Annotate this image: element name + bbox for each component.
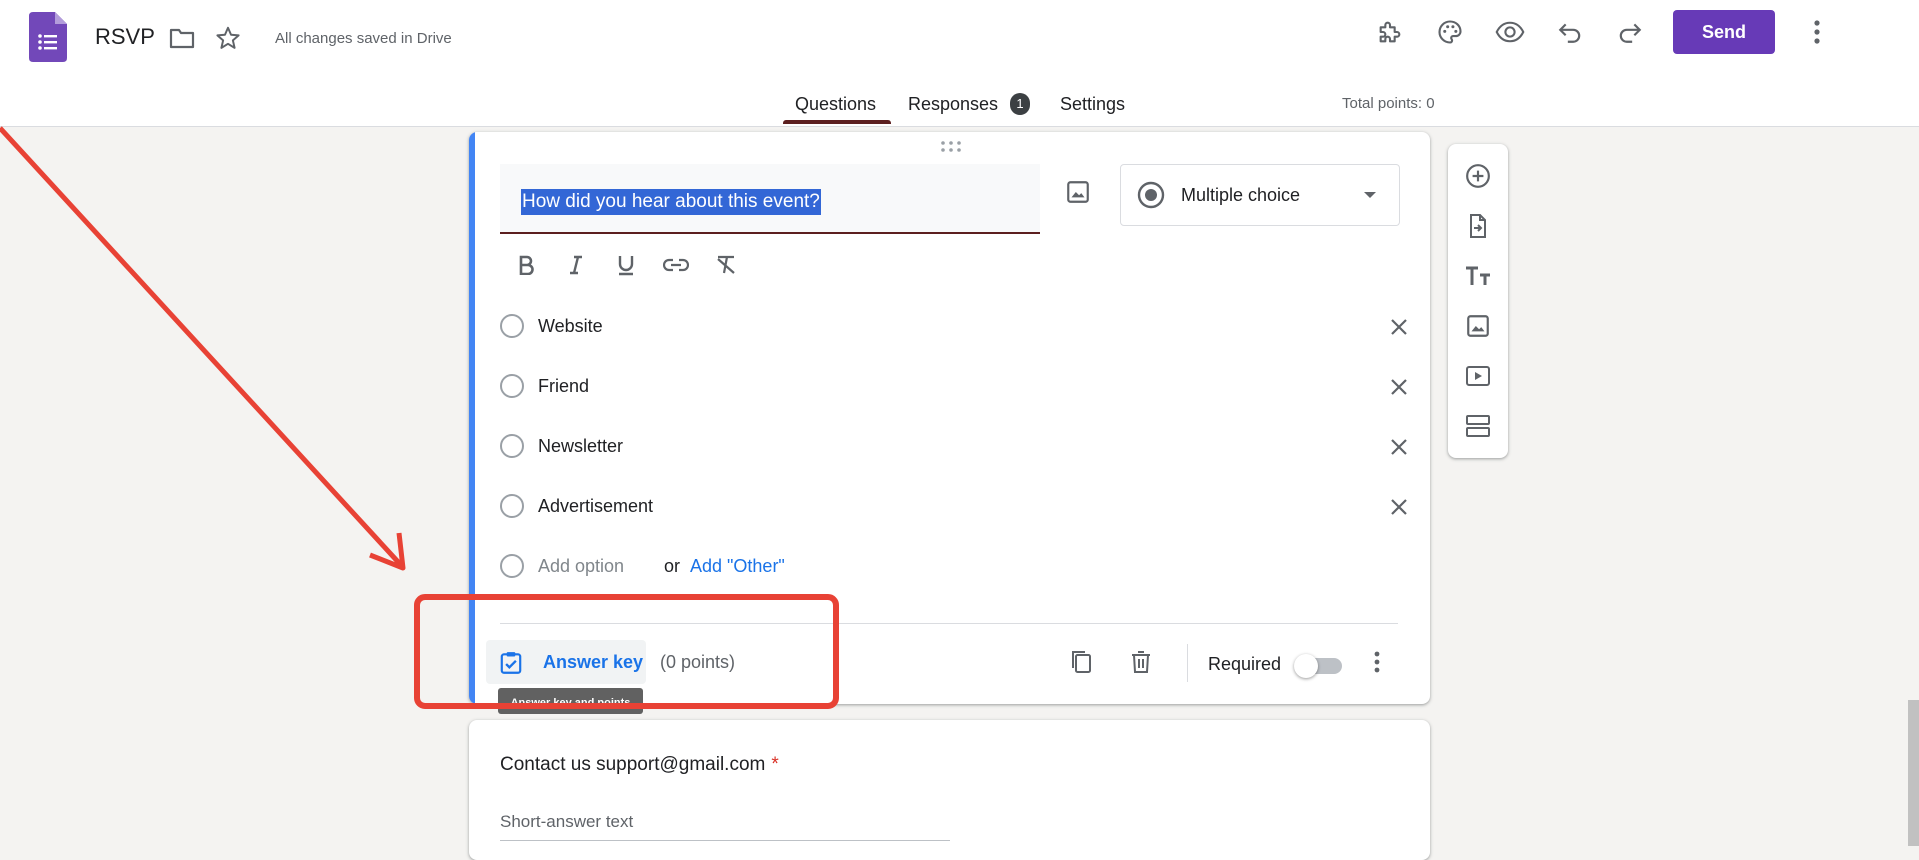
send-button[interactable]: Send xyxy=(1673,10,1775,54)
tab-bar: Questions Responses Settings xyxy=(0,90,1919,126)
add-other-button[interactable]: Add "Other" xyxy=(690,556,785,577)
required-toggle-knob[interactable] xyxy=(1294,654,1318,678)
list-item[interactable]: Newsletter xyxy=(500,426,1407,466)
title-icon[interactable] xyxy=(1460,258,1496,294)
clear-format-icon[interactable] xyxy=(711,250,741,280)
floating-toolbar xyxy=(1448,144,1508,458)
radio-icon xyxy=(500,434,524,458)
list-item[interactable]: Advertisement xyxy=(500,486,1407,526)
annotation-arrowhead xyxy=(369,532,406,571)
scrollbar[interactable] xyxy=(1908,700,1919,846)
drag-handle-icon[interactable] xyxy=(939,140,963,159)
document-title[interactable]: RSVP xyxy=(95,24,155,50)
folder-icon[interactable] xyxy=(166,22,198,54)
delete-icon[interactable] xyxy=(1123,644,1159,680)
app-header: RSVP All changes saved in Drive Send Que… xyxy=(0,0,1919,127)
undo-icon[interactable] xyxy=(1554,16,1586,48)
answer-key-icon xyxy=(500,652,522,674)
add-option-input[interactable]: Add option xyxy=(538,556,624,577)
option-label[interactable]: Friend xyxy=(538,376,589,397)
required-label: Required xyxy=(1208,654,1282,674)
card-divider xyxy=(500,623,1398,624)
more-vert-icon[interactable] xyxy=(1359,644,1395,680)
short-answer-underline xyxy=(500,840,950,841)
short-answer-placeholder: Short-answer text xyxy=(500,812,634,831)
link-icon[interactable] xyxy=(661,250,691,280)
bold-icon[interactable] xyxy=(511,250,541,280)
tab-responses[interactable]: Responses xyxy=(908,94,998,115)
close-icon[interactable] xyxy=(1384,432,1414,462)
preview-eye-icon[interactable] xyxy=(1494,16,1526,48)
question-title-input[interactable]: How did you hear about this event? xyxy=(500,164,1040,234)
active-tab-indicator xyxy=(783,120,891,124)
active-card-accent xyxy=(469,132,475,704)
add-option-row: Add option or Add "Other" xyxy=(500,546,1400,586)
question-type-dropdown[interactable]: Multiple choice xyxy=(1120,164,1400,226)
underline-icon[interactable] xyxy=(611,250,641,280)
or-text: or xyxy=(664,556,681,576)
save-status: All changes saved in Drive xyxy=(275,30,452,47)
answer-key-button[interactable]: Answer key xyxy=(486,640,646,684)
palette-icon[interactable] xyxy=(1434,16,1466,48)
option-label[interactable]: Advertisement xyxy=(538,496,653,517)
italic-icon[interactable] xyxy=(561,250,591,280)
close-icon[interactable] xyxy=(1384,312,1414,342)
close-icon[interactable] xyxy=(1384,372,1414,402)
question-title-text: How did you hear about this event? xyxy=(521,189,821,215)
image-icon[interactable] xyxy=(1065,179,1091,210)
total-points: Total points: 0 xyxy=(1342,95,1435,112)
close-icon[interactable] xyxy=(1384,492,1414,522)
option-label[interactable]: Website xyxy=(538,316,603,337)
annotation-arrow xyxy=(0,126,402,566)
list-item[interactable]: Website xyxy=(500,306,1407,346)
responses-count-badge: 1 xyxy=(1010,93,1030,115)
redo-icon[interactable] xyxy=(1614,16,1646,48)
copy-icon[interactable] xyxy=(1063,644,1099,680)
radio-icon xyxy=(1137,181,1165,209)
required-asterisk: * xyxy=(771,754,779,775)
import-icon[interactable] xyxy=(1460,208,1496,244)
star-icon[interactable] xyxy=(212,22,244,54)
radio-icon xyxy=(500,554,524,578)
video-icon[interactable] xyxy=(1460,358,1496,394)
question-title-text: Contact us support@gmail.com xyxy=(500,754,766,775)
question-card[interactable]: How did you hear about this event? Multi… xyxy=(469,132,1430,704)
question-card[interactable]: Contact us support@gmail.com * Short-answ… xyxy=(469,720,1430,860)
radio-icon xyxy=(500,314,524,338)
points-value: (0 points) xyxy=(660,652,736,672)
footer-separator xyxy=(1187,644,1188,682)
section-icon[interactable] xyxy=(1460,408,1496,444)
more-vert-icon[interactable] xyxy=(1801,16,1833,48)
question-title[interactable]: Contact us support@gmail.com * xyxy=(500,754,779,776)
add-circle-icon[interactable] xyxy=(1460,158,1496,194)
radio-icon xyxy=(500,374,524,398)
answer-key-label: Answer key xyxy=(543,652,644,672)
tab-settings[interactable]: Settings xyxy=(1060,94,1125,115)
answer-key-tooltip: Answer key and points xyxy=(498,688,643,714)
addon-icon[interactable] xyxy=(1374,16,1406,48)
radio-icon xyxy=(500,494,524,518)
option-label[interactable]: Newsletter xyxy=(538,436,623,457)
chevron-down-icon xyxy=(1364,192,1376,198)
forms-logo-icon[interactable] xyxy=(29,12,67,62)
question-type-label: Multiple choice xyxy=(1181,185,1301,205)
tab-questions[interactable]: Questions xyxy=(795,94,876,115)
image-icon[interactable] xyxy=(1460,308,1496,344)
list-item[interactable]: Friend xyxy=(500,366,1407,406)
